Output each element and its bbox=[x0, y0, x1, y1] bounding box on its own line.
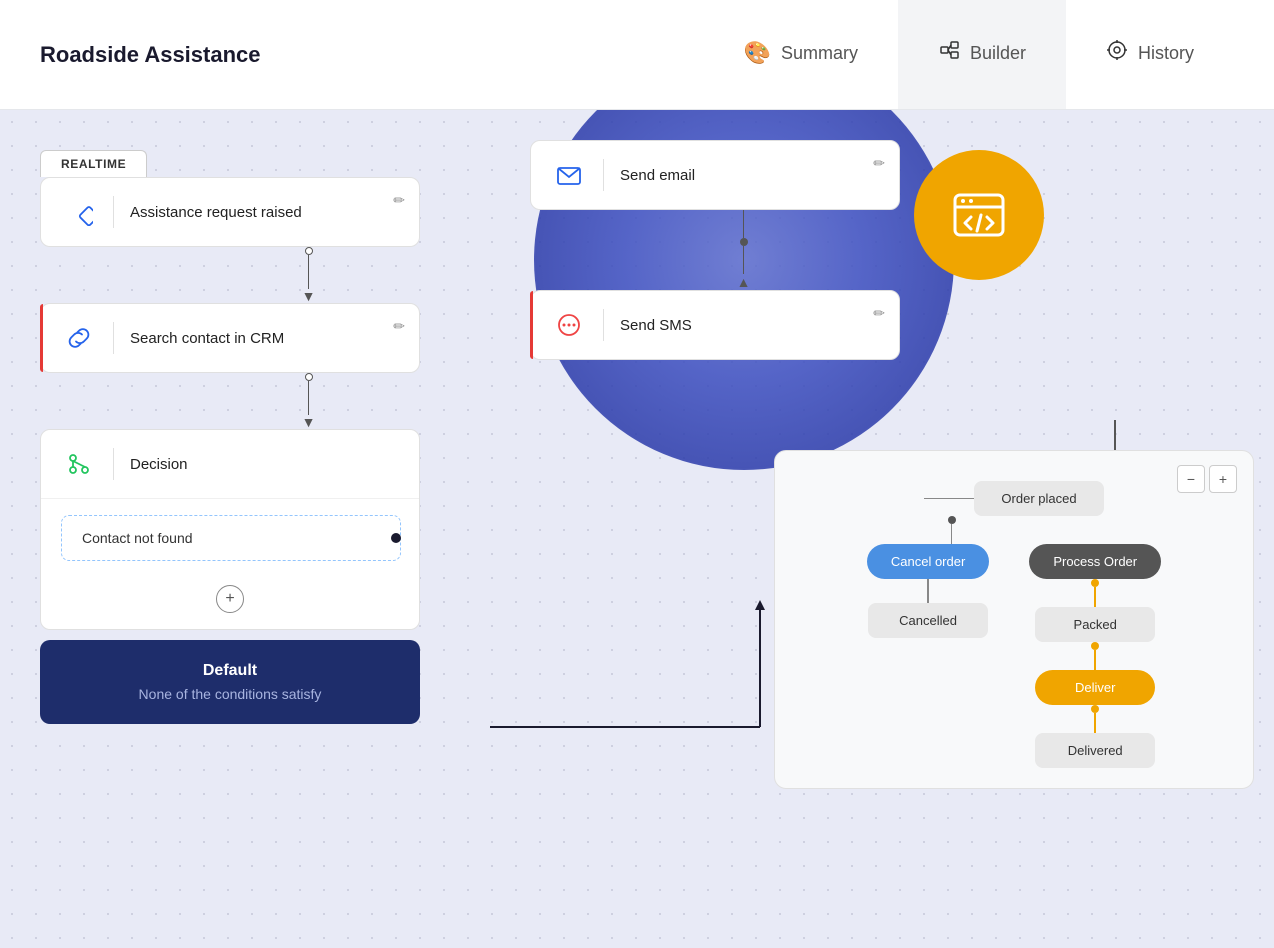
branch-icon bbox=[61, 446, 97, 482]
card-send-email[interactable]: Send email ✏ bbox=[530, 140, 900, 210]
decision-label: Decision bbox=[130, 456, 188, 473]
send-sms-edit[interactable]: ✏ bbox=[873, 305, 885, 322]
fc-node-delivered: Delivered bbox=[1035, 733, 1155, 768]
connector-arrow-1: ▼ bbox=[302, 289, 316, 303]
fc-arrow-orange-3 bbox=[1094, 713, 1096, 733]
fc-dot-1 bbox=[948, 516, 956, 524]
tab-builder-label: Builder bbox=[970, 43, 1026, 64]
fc-node-process-order: Process Order bbox=[1029, 544, 1161, 579]
card-divider-email bbox=[603, 159, 604, 191]
nav-tabs: 🎨 Summary Builder bbox=[704, 0, 1234, 109]
diamond-icon bbox=[61, 194, 97, 230]
fc-dot-orange-3 bbox=[1091, 705, 1099, 713]
app-title: Roadside Assistance bbox=[40, 42, 261, 68]
horiz-line-left bbox=[924, 498, 974, 500]
card-send-sms[interactable]: Send SMS ✏ bbox=[530, 290, 900, 360]
main-canvas: REALTIME Assistance request raised ✏ ▼ bbox=[0, 110, 1274, 948]
fc-dot-orange-1 bbox=[1091, 579, 1099, 587]
summary-icon: 🎨 bbox=[744, 40, 771, 66]
card-divider-2 bbox=[113, 322, 114, 354]
card-assistance-label: Assistance request raised bbox=[130, 204, 302, 221]
fc-arrow-orange-1 bbox=[1094, 587, 1096, 607]
card-search-label: Search contact in CRM bbox=[130, 330, 284, 347]
send-email-edit[interactable]: ✏ bbox=[873, 155, 885, 172]
decision-block: Decision Contact not found + bbox=[40, 429, 420, 630]
history-icon bbox=[1106, 39, 1128, 67]
default-subtitle: None of the conditions satisfy bbox=[60, 686, 400, 702]
fc-dot-orange-2 bbox=[1091, 642, 1099, 650]
header: Roadside Assistance 🎨 Summary Builder bbox=[0, 0, 1274, 110]
builder-icon bbox=[938, 39, 960, 67]
vert-line-2 bbox=[743, 246, 745, 274]
send-email-label: Send email bbox=[620, 167, 695, 184]
connector-dot-1 bbox=[305, 247, 313, 255]
connector-1: ▼ bbox=[97, 247, 520, 303]
mini-flowchart-panel: − + Order placed Cancel order Canc bbox=[774, 450, 1254, 789]
fc-col-cancel: Cancel order Cancelled bbox=[867, 544, 989, 638]
fc-node-deliver: Deliver bbox=[1035, 670, 1155, 705]
zoom-out-button[interactable]: − bbox=[1177, 465, 1205, 493]
connector-2: ▼ bbox=[97, 373, 520, 429]
tab-summary-label: Summary bbox=[781, 43, 858, 64]
vert-arrow: ▲ bbox=[737, 274, 751, 290]
card-assistance-request[interactable]: Assistance request raised ✏ bbox=[40, 177, 420, 247]
fc-node-order-placed: Order placed bbox=[974, 481, 1104, 516]
tab-builder[interactable]: Builder bbox=[898, 0, 1066, 109]
fc-row-main: Cancel order Cancelled Process Order Pac… bbox=[799, 544, 1229, 768]
connector-dot-2 bbox=[305, 373, 313, 381]
condition-box[interactable]: Contact not found bbox=[61, 515, 401, 561]
fc-node-cancel-order: Cancel order bbox=[867, 544, 989, 579]
condition-label: Contact not found bbox=[82, 530, 193, 546]
card-search-contact[interactable]: Search contact in CRM ✏ bbox=[40, 303, 420, 373]
fc-arrow-cancel bbox=[927, 579, 929, 603]
realtime-badge: REALTIME bbox=[40, 150, 147, 177]
orange-code-icon bbox=[914, 150, 1044, 280]
fc-arrow-orange-2 bbox=[1094, 650, 1096, 670]
tab-history[interactable]: History bbox=[1066, 0, 1234, 109]
condition-connector-dot bbox=[391, 533, 401, 543]
chain-icon bbox=[61, 320, 97, 356]
card-search-edit[interactable]: ✏ bbox=[393, 318, 405, 335]
vert-connector-email-sms: ▲ bbox=[587, 210, 900, 290]
default-block: Default None of the conditions satisfy bbox=[40, 640, 420, 724]
card-divider-3 bbox=[113, 448, 114, 480]
email-icon bbox=[551, 157, 587, 193]
zoom-in-button[interactable]: + bbox=[1209, 465, 1237, 493]
tab-history-label: History bbox=[1138, 43, 1194, 64]
sms-icon bbox=[551, 307, 587, 343]
workflow-panel: REALTIME Assistance request raised ✏ ▼ bbox=[0, 110, 560, 948]
fc-node-cancelled: Cancelled bbox=[868, 603, 988, 638]
send-sms-label: Send SMS bbox=[620, 317, 692, 334]
tab-summary[interactable]: 🎨 Summary bbox=[704, 0, 898, 109]
fc-node-packed: Packed bbox=[1035, 607, 1155, 642]
vert-line bbox=[743, 210, 745, 238]
flowchart-container: Order placed Cancel order Cancelled Proc… bbox=[799, 471, 1229, 768]
card-divider bbox=[113, 196, 114, 228]
vert-dot bbox=[740, 238, 748, 246]
right-panel: Send email ✏ ▲ Send SMS ✏ bbox=[530, 140, 900, 360]
fc-col-process: Process Order Packed Deliver Delivered bbox=[1029, 544, 1161, 768]
card-divider-sms bbox=[603, 309, 604, 341]
card-assistance-edit[interactable]: ✏ bbox=[393, 192, 405, 209]
connector-arrow-2: ▼ bbox=[302, 415, 316, 429]
fc-arrow-1 bbox=[951, 524, 953, 544]
realtime-container: REALTIME Assistance request raised ✏ bbox=[40, 150, 520, 247]
default-title: Default bbox=[60, 662, 400, 680]
decision-header: Decision bbox=[41, 430, 419, 499]
add-condition-button[interactable]: + bbox=[216, 585, 244, 613]
flowchart-controls: − + bbox=[1177, 465, 1237, 493]
connector-line-2 bbox=[308, 381, 310, 415]
connector-line-1 bbox=[308, 255, 310, 289]
